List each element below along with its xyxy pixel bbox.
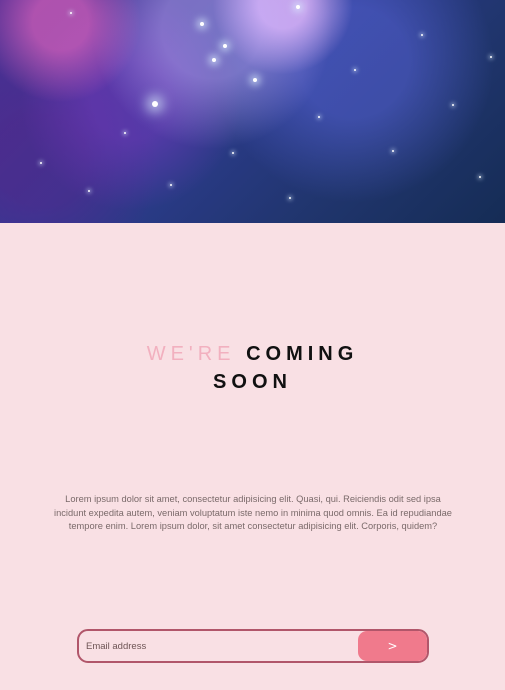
star-icon — [490, 56, 492, 58]
submit-button[interactable]: > — [358, 631, 427, 661]
main-content: WE'RE COMING SOON Lorem ipsum dolor sit … — [0, 223, 505, 690]
star-icon — [479, 176, 481, 178]
star-icon — [452, 104, 454, 106]
star-icon — [253, 78, 257, 82]
heading-main-line-1: COMING — [246, 343, 359, 365]
heading-line-2: SOON — [213, 371, 292, 393]
star-icon — [40, 162, 42, 164]
heading-accent: WE'RE — [146, 343, 247, 365]
star-icon — [170, 184, 172, 186]
star-icon — [223, 44, 227, 48]
star-icon — [421, 34, 423, 36]
star-icon — [232, 152, 234, 154]
hero-banner — [0, 0, 505, 223]
star-icon — [212, 58, 216, 62]
coming-soon-heading: WE'RE COMING SOON — [0, 340, 505, 396]
star-icon — [200, 22, 204, 26]
star-icon — [152, 101, 158, 107]
email-signup-form: > — [77, 629, 429, 663]
star-icon — [88, 190, 90, 192]
star-icon — [296, 5, 300, 9]
star-icon — [289, 197, 291, 199]
star-icon — [70, 12, 72, 14]
heading-line-1: WE'RE COMING — [0, 340, 505, 368]
intro-text: Lorem ipsum dolor sit amet, consectetur … — [54, 494, 452, 532]
star-icon — [354, 69, 356, 71]
star-icon — [392, 150, 394, 152]
email-input[interactable] — [86, 637, 351, 655]
star-icon — [124, 132, 126, 134]
star-icon — [318, 116, 320, 118]
